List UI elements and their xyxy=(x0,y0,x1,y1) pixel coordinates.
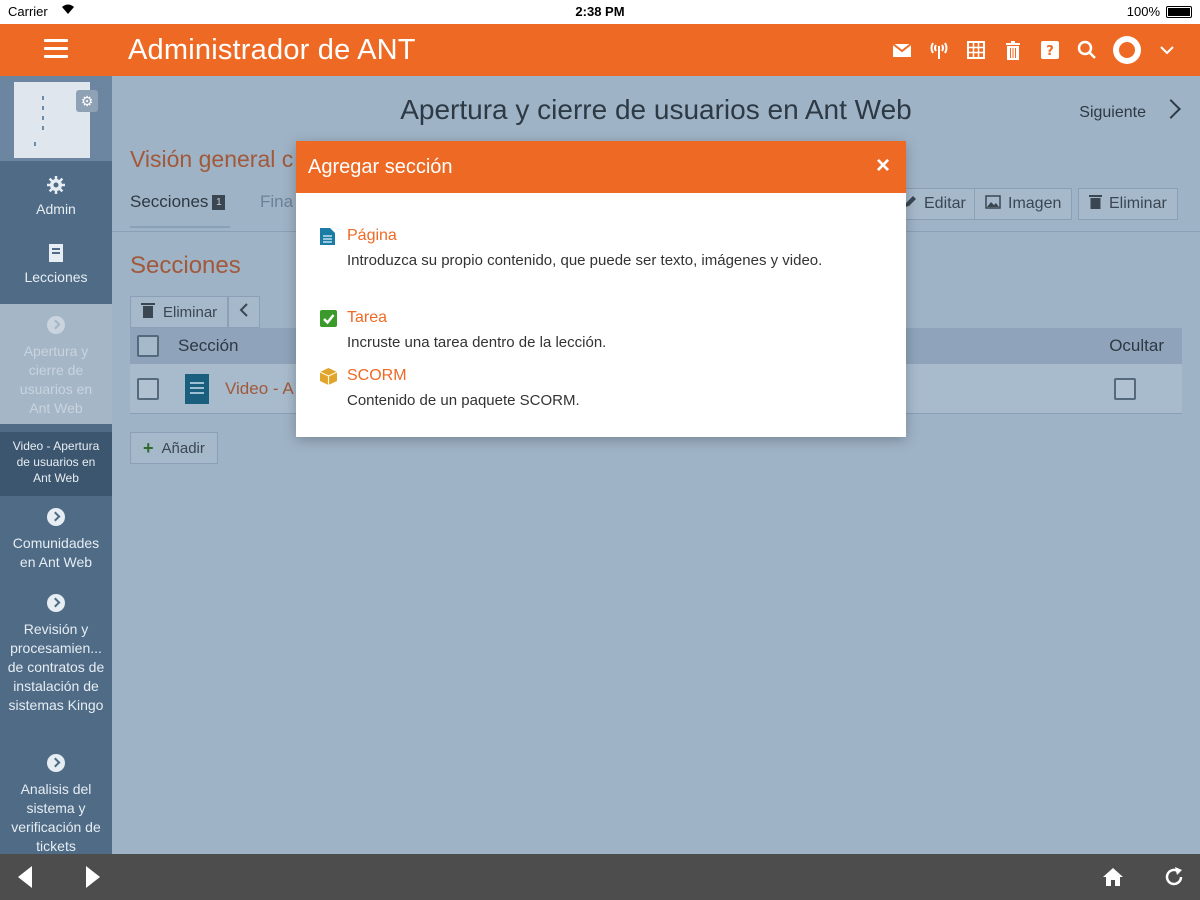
lesson-thumbnail[interactable]: ⚙ xyxy=(0,76,112,161)
search-icon[interactable] xyxy=(1076,39,1098,61)
delete-button[interactable]: Eliminar xyxy=(1078,188,1178,220)
sidebar-item-label: Apertura y cierre de usuarios en Ant Web xyxy=(19,343,93,416)
sidebar-item-lessons[interactable]: Lecciones xyxy=(0,244,112,287)
reload-icon[interactable] xyxy=(1162,865,1186,889)
home-icon[interactable] xyxy=(1102,866,1124,888)
antenna-icon[interactable] xyxy=(928,39,950,61)
tab-sections[interactable]: Secciones 1 xyxy=(130,192,226,212)
edit-label: Editar xyxy=(924,195,966,212)
sidebar-item-label: Revisión y procesamien... de contratos d… xyxy=(7,621,105,713)
image-label: Imagen xyxy=(1008,195,1062,212)
sidebar-item-label: Comunidades en Ant Web xyxy=(12,535,100,570)
select-all-checkbox[interactable] xyxy=(137,335,159,357)
status-time: 2:38 PM xyxy=(575,4,625,19)
sidebar-item-lesson-3[interactable]: Revisión y procesamien... de contratos d… xyxy=(0,594,112,715)
option-page[interactable]: Página Introduzca su propio contenido, q… xyxy=(320,227,880,273)
bottom-toolbar xyxy=(0,854,1200,900)
sidebar-item-label: Analisis del sistema y verificación de t… xyxy=(11,781,101,854)
sidebar-item-lesson-4[interactable]: Analisis del sistema y verificación de t… xyxy=(0,754,112,854)
row-title[interactable]: Video - A xyxy=(225,379,294,399)
gear-icon xyxy=(47,176,65,194)
svg-text:?: ? xyxy=(1046,44,1054,59)
option-scorm-label[interactable]: SCORM xyxy=(347,367,407,385)
hide-checkbox[interactable] xyxy=(1114,378,1136,400)
active-tab-indicator xyxy=(130,226,230,228)
sidebar: ⚙ Admin Lecciones Apertura y cierre de u… xyxy=(0,76,112,854)
delete-label: Eliminar xyxy=(1109,195,1167,212)
option-page-label[interactable]: Página xyxy=(347,227,397,245)
settings-icon[interactable]: ⚙ xyxy=(76,90,98,112)
column-header-hide: Ocultar xyxy=(1109,336,1164,355)
sidebar-item-label: Admin xyxy=(36,201,76,217)
count-badge: 1 xyxy=(212,195,226,210)
next-link[interactable]: Siguiente xyxy=(1079,104,1146,122)
chevron-circle-icon xyxy=(47,316,65,334)
app-title: Administrador de ANT xyxy=(128,34,416,66)
mail-icon[interactable] xyxy=(891,39,913,61)
chevron-circle-icon xyxy=(47,754,65,772)
grid-icon[interactable] xyxy=(965,39,987,61)
app-header: Administrador de ANT ? xyxy=(0,24,1200,76)
tab-final[interactable]: Fina xyxy=(260,192,293,212)
trash-icon xyxy=(1089,194,1102,214)
sidebar-subitem-video[interactable]: Video - Apertura de usuarios en Ant Web xyxy=(0,432,112,496)
delete-label: Eliminar xyxy=(163,303,218,321)
prev-page-button[interactable] xyxy=(228,296,261,328)
sidebar-item-lesson-1[interactable]: Apertura y cierre de usuarios en Ant Web xyxy=(0,304,112,424)
option-task[interactable]: Tarea Incruste una tarea dentro de la le… xyxy=(320,309,880,355)
lesson-title: Apertura y cierre de usuarios en Ant Web xyxy=(400,94,912,125)
dialog-header: Agregar sección × xyxy=(296,141,906,193)
plus-icon: + xyxy=(143,437,154,458)
document-icon xyxy=(185,374,209,404)
package-icon xyxy=(319,367,338,385)
book-icon xyxy=(47,244,65,262)
chevron-left-icon xyxy=(239,303,249,321)
back-icon[interactable] xyxy=(18,866,32,888)
battery-icon xyxy=(1166,6,1192,18)
chevron-circle-icon xyxy=(47,594,65,612)
column-header-section: Sección xyxy=(178,336,239,355)
sections-heading: Secciones xyxy=(130,252,241,279)
close-icon[interactable]: × xyxy=(876,153,890,179)
battery-percent: 100% xyxy=(1126,4,1160,19)
chevron-circle-icon xyxy=(47,508,65,526)
option-page-description: Introduzca su propio contenido, que pued… xyxy=(347,252,823,269)
help-icon[interactable]: ? xyxy=(1039,39,1061,61)
menu-icon[interactable] xyxy=(44,39,68,59)
header-icons: ? xyxy=(891,36,1178,64)
sidebar-item-admin[interactable]: Admin xyxy=(0,176,112,219)
page-icon xyxy=(320,227,337,245)
sidebar-item-label: Lecciones xyxy=(24,269,88,285)
option-scorm[interactable]: SCORM Contenido de un paquete SCORM. xyxy=(319,367,880,413)
chevron-down-icon[interactable] xyxy=(1156,39,1178,61)
add-label: Añadir xyxy=(161,439,205,457)
trash-icon[interactable] xyxy=(1002,39,1024,61)
tab-label: Secciones xyxy=(130,192,209,211)
forward-icon[interactable] xyxy=(86,866,100,888)
image-icon xyxy=(985,194,1001,214)
sidebar-item-lesson-2[interactable]: Comunidades en Ant Web xyxy=(0,508,112,572)
table-toolbar: Eliminar xyxy=(130,296,261,328)
table-delete-button[interactable]: Eliminar xyxy=(130,296,229,328)
image-button[interactable]: Imagen xyxy=(974,188,1073,220)
add-section-dialog: Agregar sección × Página Introduzca su p… xyxy=(296,141,906,437)
status-bar: Carrier 2:38 PM 100% xyxy=(0,0,1200,24)
add-section-button[interactable]: + Añadir xyxy=(130,432,218,464)
task-check-icon xyxy=(320,309,337,327)
dialog-title: Agregar sección xyxy=(308,156,453,178)
trash-icon xyxy=(141,302,155,322)
row-checkbox[interactable] xyxy=(137,378,159,400)
avatar[interactable] xyxy=(1113,36,1141,64)
sidebar-item-label: Video - Apertura de usuarios en Ant Web xyxy=(12,439,100,485)
overview-title: Visión general c xyxy=(130,146,294,172)
option-task-description: Incruste una tarea dentro de la lección. xyxy=(347,334,607,351)
option-scorm-description: Contenido de un paquete SCORM. xyxy=(347,392,580,409)
option-task-label[interactable]: Tarea xyxy=(347,309,387,327)
